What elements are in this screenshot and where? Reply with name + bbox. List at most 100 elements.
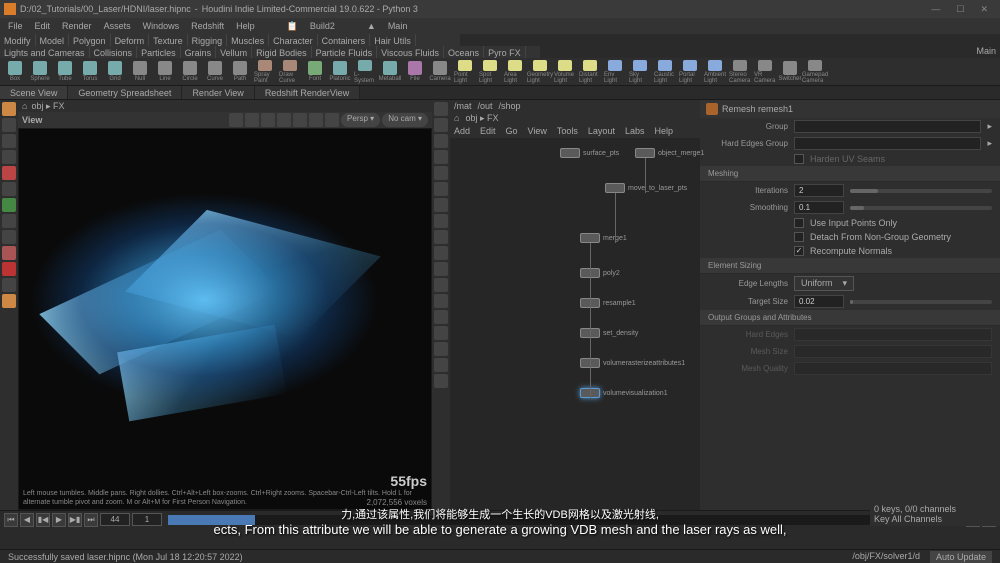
tool-icon[interactable]: [2, 182, 16, 196]
display-tool-icon[interactable]: [434, 214, 448, 228]
menu-redshift[interactable]: Redshift: [191, 21, 224, 31]
tool-icon[interactable]: [2, 262, 16, 276]
shelf-tab[interactable]: Collisions: [90, 46, 138, 58]
network-node[interactable]: volumerasterizeattributes1: [580, 358, 685, 368]
menu-edit[interactable]: Edit: [35, 21, 51, 31]
shelf-item[interactable]: Font: [304, 60, 326, 84]
display-tool-icon[interactable]: [434, 310, 448, 324]
shelf-tab[interactable]: Oceans: [444, 46, 484, 58]
network-node[interactable]: merge1: [580, 233, 627, 243]
shelf-item[interactable]: Switcher: [779, 60, 801, 84]
shelf-item[interactable]: Area Light: [504, 60, 526, 84]
display-tool-icon[interactable]: [434, 342, 448, 356]
display-tool-icon[interactable]: [434, 134, 448, 148]
shelf-item[interactable]: Geometry Light: [529, 60, 551, 84]
shelf-item[interactable]: File: [404, 60, 426, 84]
shelf-tab[interactable]: Rigid Bodies: [252, 46, 312, 58]
minimize-button[interactable]: —: [931, 4, 940, 15]
network-node[interactable]: set_density: [580, 328, 638, 338]
menu-assets[interactable]: Assets: [104, 21, 131, 31]
smoothing-slider[interactable]: [850, 206, 992, 210]
shelf-item[interactable]: Volume Light: [554, 60, 576, 84]
prev-frame-button[interactable]: ◀: [20, 513, 34, 527]
network-node[interactable]: poly2: [580, 268, 620, 278]
menu-file[interactable]: File: [8, 21, 23, 31]
display-tool-icon[interactable]: [434, 294, 448, 308]
tool-icon[interactable]: [2, 246, 16, 260]
viewport-tool-icon[interactable]: [245, 113, 259, 127]
shelf-tab[interactable]: Model: [36, 34, 70, 46]
iterations-slider[interactable]: [850, 189, 992, 193]
detach-checkbox[interactable]: [794, 232, 804, 242]
net-menu-view[interactable]: View: [528, 126, 547, 136]
viewport-tool-icon[interactable]: [309, 113, 323, 127]
shelf-item[interactable]: Spray Paint: [254, 60, 276, 84]
shelf-item[interactable]: Null: [129, 60, 151, 84]
edge-lengths-dropdown[interactable]: Uniform▾: [794, 276, 854, 291]
display-tool-icon[interactable]: [434, 262, 448, 276]
desktop-build[interactable]: Build2: [310, 21, 335, 31]
shelf-tab[interactable]: Lights and Cameras: [0, 46, 90, 58]
tool-icon[interactable]: [2, 198, 16, 212]
tool-icon[interactable]: [2, 230, 16, 244]
viewport-tool-icon[interactable]: [261, 113, 275, 127]
shelf-item[interactable]: Caustic Light: [654, 60, 676, 84]
viewport-tool-icon[interactable]: [325, 113, 339, 127]
shelf-item[interactable]: Grid: [104, 60, 126, 84]
desktop-main[interactable]: Main: [388, 21, 408, 31]
shelf-item[interactable]: Sky Light: [629, 60, 651, 84]
shelf-item[interactable]: Draw Curve: [279, 60, 301, 84]
display-tool-icon[interactable]: [434, 278, 448, 292]
display-tool-icon[interactable]: [434, 182, 448, 196]
net-tab[interactable]: /shop: [499, 101, 521, 111]
shelf-tab[interactable]: Containers: [318, 34, 371, 46]
menu-help[interactable]: Help: [236, 21, 255, 31]
net-menu-labs[interactable]: Labs: [625, 126, 645, 136]
tab-redshift-render[interactable]: Redshift RenderView: [255, 86, 360, 99]
display-tool-icon[interactable]: [434, 102, 448, 116]
shelf-tab[interactable]: Texture: [149, 34, 188, 46]
shelf-tab[interactable]: Hair Utils: [370, 34, 416, 46]
tab-render-view[interactable]: Render View: [182, 86, 254, 99]
shelf-item[interactable]: Point Light: [454, 60, 476, 84]
shelf-tab[interactable]: Modify: [0, 34, 36, 46]
shelf-item[interactable]: Platonic: [329, 60, 351, 84]
network-editor[interactable]: surface_ptsobject_merge1move_to_laser_pt…: [450, 138, 700, 510]
shelf-item[interactable]: Stereo Camera: [729, 60, 751, 84]
network-node[interactable]: move_to_laser_pts: [605, 183, 687, 193]
shelf-tab[interactable]: Muscles: [227, 34, 269, 46]
shelf-item[interactable]: Ambient Light: [704, 60, 726, 84]
shelf-tab[interactable]: Rigging: [188, 34, 228, 46]
display-tool-icon[interactable]: [434, 150, 448, 164]
shelf-tab[interactable]: Pyro FX: [484, 46, 526, 58]
use-input-checkbox[interactable]: [794, 218, 804, 228]
shelf-tab[interactable]: Particle Fluids: [312, 46, 378, 58]
menu-render[interactable]: Render: [62, 21, 92, 31]
shelf-item[interactable]: Env Light: [604, 60, 626, 84]
network-node[interactable]: resample1: [580, 298, 636, 308]
net-menu-add[interactable]: Add: [454, 126, 470, 136]
shelf-item[interactable]: Camera: [429, 60, 451, 84]
shelf-item[interactable]: Sphere: [29, 60, 51, 84]
tool-icon[interactable]: [2, 278, 16, 292]
display-tool-icon[interactable]: [434, 246, 448, 260]
iterations-input[interactable]: [794, 184, 844, 197]
net-menu-go[interactable]: Go: [506, 126, 518, 136]
display-tool-icon[interactable]: [434, 230, 448, 244]
menu-windows[interactable]: Windows: [143, 21, 180, 31]
group-picker-icon[interactable]: ▸: [987, 121, 992, 132]
play-back-button[interactable]: ▮◀: [36, 513, 50, 527]
shelf-tab[interactable]: Deform: [111, 34, 150, 46]
net-tab[interactable]: /out: [478, 101, 493, 111]
hard-edges-input[interactable]: [794, 137, 981, 150]
network-node[interactable]: object_merge1: [635, 148, 704, 158]
scale-tool-icon[interactable]: [2, 150, 16, 164]
shelf-tab[interactable]: Character: [269, 34, 318, 46]
shelf-item[interactable]: Metaball: [379, 60, 401, 84]
harden-uv-checkbox[interactable]: [794, 154, 804, 164]
net-tab[interactable]: /mat: [454, 101, 472, 111]
net-menu-help[interactable]: Help: [654, 126, 673, 136]
target-size-slider[interactable]: [850, 300, 992, 304]
shelf-item[interactable]: VR Camera: [754, 60, 776, 84]
tab-geo-spreadsheet[interactable]: Geometry Spreadsheet: [68, 86, 182, 99]
